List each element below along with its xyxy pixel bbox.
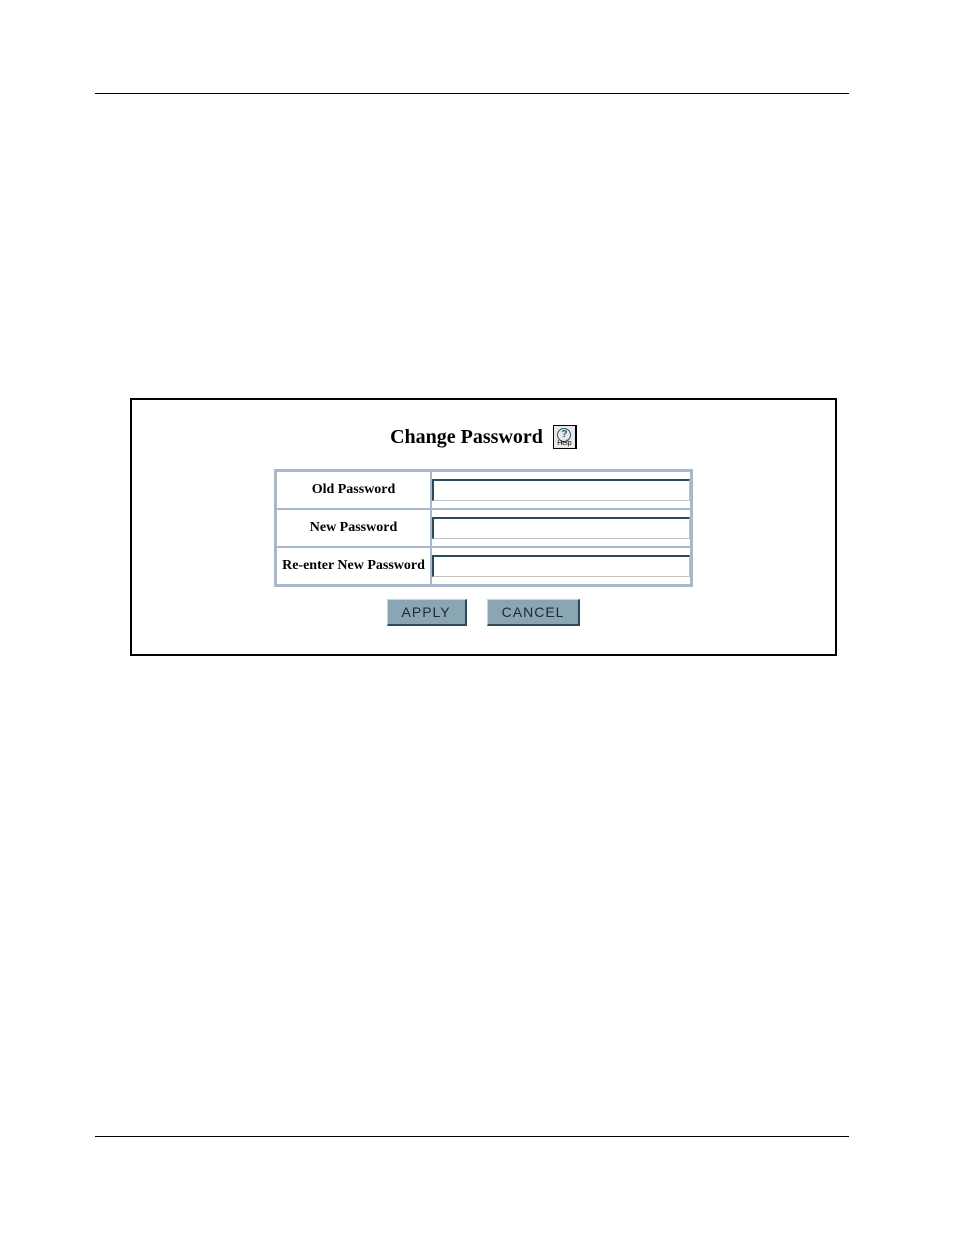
old-password-label: Old Password — [276, 471, 431, 509]
password-form-table: Old Password New Password Re-enter New P… — [274, 469, 693, 587]
help-icon-label: Help — [557, 440, 571, 447]
reenter-password-input[interactable] — [432, 555, 690, 577]
new-password-label: New Password — [276, 509, 431, 547]
page-top-rule — [95, 93, 849, 94]
new-password-input[interactable] — [432, 517, 690, 539]
apply-button[interactable]: APPLY — [387, 599, 467, 626]
reenter-password-label: Re-enter New Password — [276, 547, 431, 585]
page-bottom-rule — [95, 1136, 849, 1137]
change-password-dialog: Change Password ? Help Old Password New … — [130, 398, 837, 656]
cancel-button[interactable]: CANCEL — [487, 599, 581, 626]
new-password-row: New Password — [276, 509, 691, 547]
reenter-password-row: Re-enter New Password — [276, 547, 691, 585]
old-password-row: Old Password — [276, 471, 691, 509]
help-button[interactable]: ? Help — [553, 425, 577, 449]
dialog-header: Change Password ? Help — [132, 400, 835, 469]
button-row: APPLY CANCEL — [132, 599, 835, 626]
old-password-input[interactable] — [432, 479, 690, 501]
dialog-title: Change Password — [390, 426, 543, 449]
